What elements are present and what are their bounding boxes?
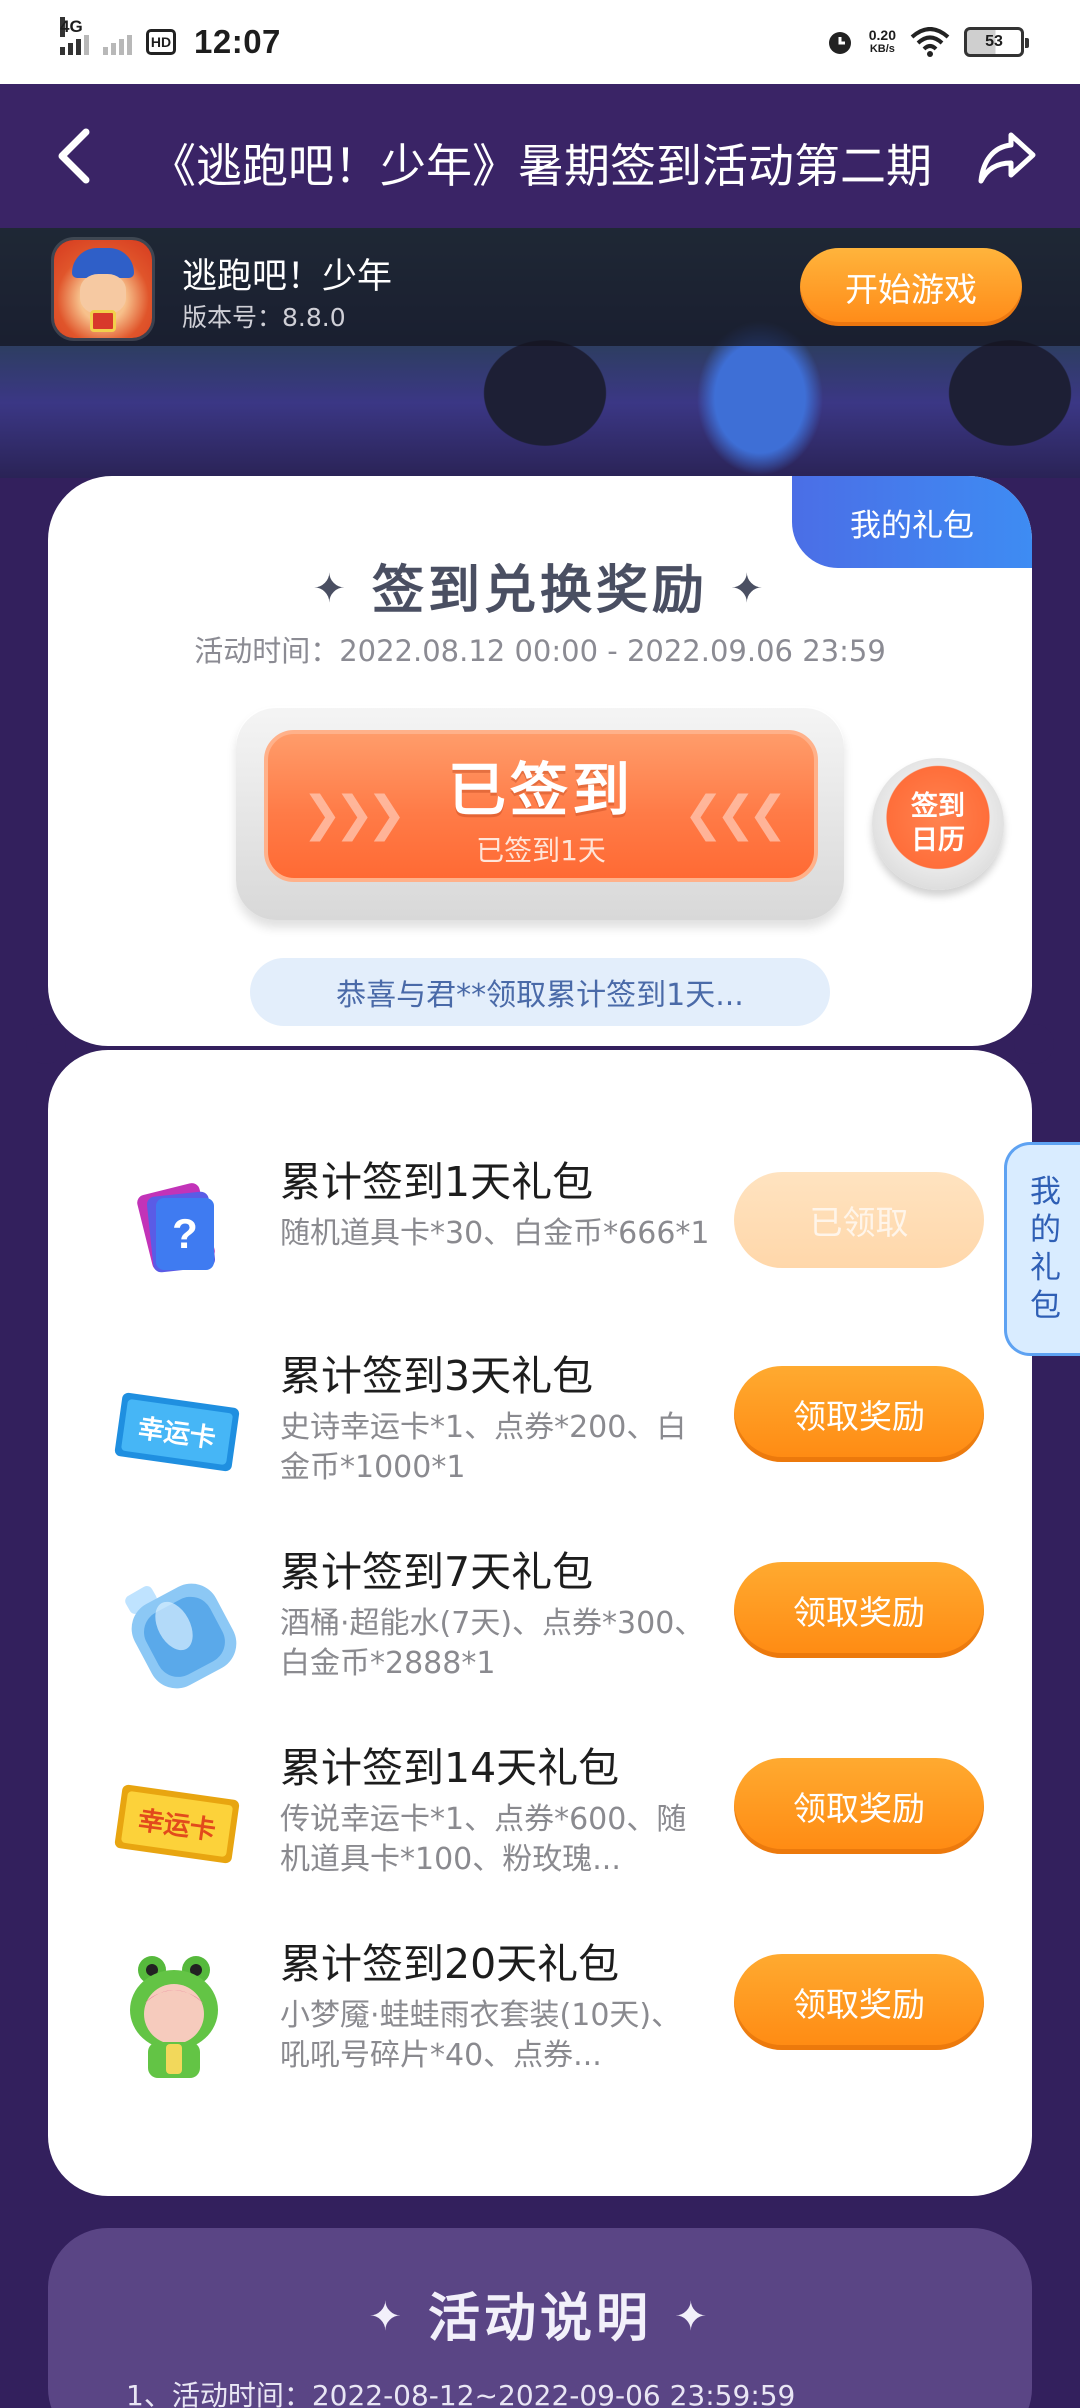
gift-title: 累计签到14天礼包 xyxy=(280,1744,620,1792)
mystery-card-icon: ? xyxy=(137,1183,216,1273)
gift-desc: 酒桶·超能水(7天)、点券*300、白金币*2888*1 xyxy=(280,1606,705,1681)
checkin-title-text: 签到兑换奖励 xyxy=(371,561,708,621)
claim-reward-button[interactable]: 领取奖励 xyxy=(734,1366,984,1462)
gift-desc: 小梦魇·蛙蛙雨衣套装(10天)、吼吼号碎片*40、点券... xyxy=(280,1998,682,2073)
back-button[interactable] xyxy=(44,124,104,188)
game-name: 逃跑吧！少年 xyxy=(182,257,393,297)
calendar-label-1: 签到 xyxy=(911,791,965,822)
activity-time: 活动时间：2022.08.12 00:00 - 2022.09.06 23:59 xyxy=(194,634,886,668)
game-app-icon[interactable] xyxy=(54,240,152,338)
calendar-label-2: 日历 xyxy=(911,825,965,856)
rules-section-title: ✦ 活动说明 ✦ xyxy=(0,2276,1080,2351)
gift-row: 累计签到20天礼包 小梦魇·蛙蛙雨衣套装(10天)、吼吼号碎片*40、点券...… xyxy=(48,1930,1032,2120)
network-type: 4G xyxy=(60,17,83,37)
sign-in-calendar-button[interactable]: 签到 日历 xyxy=(872,758,1004,890)
claim-reward-button[interactable]: 领取奖励 xyxy=(734,1954,984,2050)
svg-text:?: ? xyxy=(172,1210,198,1257)
battery-level: 53 xyxy=(985,33,1003,50)
clock: 12:07 xyxy=(194,23,281,60)
sparkle-icon: ✦ xyxy=(368,2294,406,2340)
gift-title: 累计签到3天礼包 xyxy=(280,1352,594,1400)
sparkle-icon: ✦ xyxy=(674,2294,712,2340)
status-bar-left: 4G HD 12:07 xyxy=(60,17,281,61)
status-bar-right: 0.20 KB/s 53 xyxy=(825,27,1029,57)
gift-row: ? 累计签到1天礼包 随机道具卡*30、白金币*666*1 已领取 xyxy=(48,1148,1032,1338)
status-bar: 4G HD 12:07 0.20 KB/s 53 xyxy=(0,0,1080,84)
congrats-ticker: 恭喜与君**领取累计签到1天... xyxy=(250,958,830,1026)
chevrons-right-icon: ❯❯❯ xyxy=(302,786,407,842)
gift-desc: 史诗幸运卡*1、点券*200、白金币*1000*1 xyxy=(280,1410,687,1485)
gift-row: 累计签到7天礼包 酒桶·超能水(7天)、点券*300、白金币*2888*1 领取… xyxy=(48,1538,1032,1728)
gift-desc: 传说幸运卡*1、点券*600、随机道具卡*100、粉玫瑰... xyxy=(280,1802,687,1877)
checkin-section-title: ✦ 签到兑换奖励 ✦ xyxy=(0,548,1080,623)
sign-in-button[interactable]: ❯❯❯ 已签到 已签到1天 ❮❮❮ xyxy=(264,730,818,882)
my-gift-side-tab[interactable]: 我 的 礼 包 xyxy=(1004,1142,1080,1356)
wifi-icon xyxy=(910,27,950,57)
page-title: 《逃跑吧！少年》暑期签到活动第二期 xyxy=(150,139,932,193)
side-tab-char: 包 xyxy=(1030,1288,1061,1324)
start-game-button[interactable]: 开始游戏 xyxy=(800,248,1022,326)
share-icon xyxy=(978,132,1036,184)
sparkle-icon: ✦ xyxy=(312,566,350,612)
chevron-left-icon xyxy=(58,128,90,184)
gift-row: 幸运卡 累计签到14天礼包 传说幸运卡*1、点券*600、随机道具卡*100、粉… xyxy=(48,1734,1032,1924)
claim-reward-button[interactable]: 领取奖励 xyxy=(734,1562,984,1658)
network-speed: 0.20 KB/s xyxy=(869,28,896,56)
game-banner: 逃跑吧！少年 版本号：8.8.0 开始游戏 xyxy=(0,228,1080,478)
page-header: 《逃跑吧！少年》暑期签到活动第二期 xyxy=(0,84,1080,228)
alarm-icon xyxy=(828,32,851,54)
side-tab-char: 的 xyxy=(1030,1212,1061,1248)
gift-title: 累计签到7天礼包 xyxy=(280,1548,594,1596)
side-tab-char: 我 xyxy=(1030,1174,1061,1210)
sign-in-status: 已签到 xyxy=(447,756,634,824)
claim-reward-button[interactable]: 领取奖励 xyxy=(734,1758,984,1854)
claimed-button[interactable]: 已领取 xyxy=(734,1172,984,1268)
gift-row: 幸运卡 累计签到3天礼包 史诗幸运卡*1、点券*200、白金币*1000*1 领… xyxy=(48,1342,1032,1532)
gift-desc: 随机道具卡*30、白金币*666*1 xyxy=(280,1216,710,1251)
hd-icon: HD xyxy=(146,29,176,55)
battery-icon: 53 xyxy=(964,27,1029,57)
game-version: 版本号：8.8.0 xyxy=(182,303,346,332)
gift-title: 累计签到1天礼包 xyxy=(280,1158,594,1206)
sign-in-days: 已签到1天 xyxy=(476,834,606,867)
blue-lucky-card-icon: 幸运卡 xyxy=(114,1392,240,1472)
gold-lucky-card-icon: 幸运卡 xyxy=(114,1784,240,1864)
rules-title-text: 活动说明 xyxy=(427,2289,652,2349)
speed-value: 0.20 xyxy=(868,27,896,43)
frog-costume-character-icon xyxy=(130,1956,218,2078)
sparkle-icon: ✦ xyxy=(730,566,768,612)
chevrons-left-icon: ❮❮❮ xyxy=(683,786,788,842)
secondary-signal-icon xyxy=(103,29,132,55)
speed-unit: KB/s xyxy=(869,43,895,55)
side-tab-char: 礼 xyxy=(1030,1250,1061,1286)
water-bucket-icon xyxy=(125,1583,237,1689)
rule-line: 1、活动时间：2022-08-12~2022-09-06 23:59:59 xyxy=(126,2379,796,2408)
cellular-signal-icon: 4G xyxy=(60,17,89,55)
share-button[interactable] xyxy=(974,124,1040,190)
gift-title: 累计签到20天礼包 xyxy=(280,1940,620,1988)
